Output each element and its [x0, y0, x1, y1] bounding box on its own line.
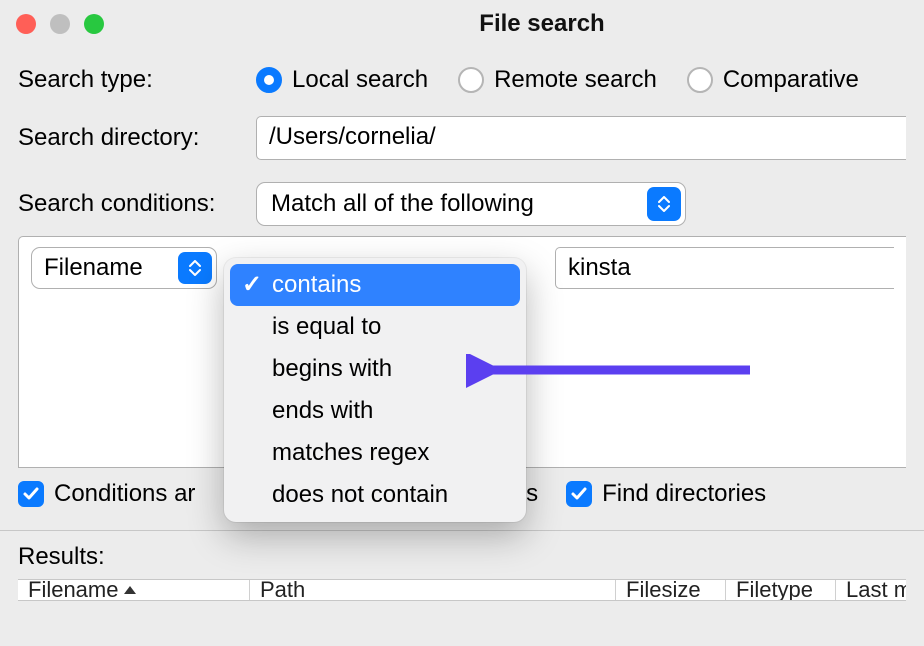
column-label: Filesize	[626, 579, 701, 601]
results-label: Results:	[18, 543, 906, 571]
dropdown-item-label: contains	[272, 271, 361, 298]
dropdown-item-label: does not contain	[272, 481, 448, 508]
dropdown-item-label: matches regex	[272, 439, 429, 466]
column-header-filetype[interactable]: Filetype	[726, 579, 836, 601]
radio-comparative-search[interactable]: Comparative	[687, 66, 859, 94]
column-label: Filename	[28, 579, 118, 601]
search-directory-row: Search directory: /Users/cornelia/	[18, 116, 906, 160]
search-type-row: Search type: Local search Remote search …	[18, 66, 906, 94]
conditions-sensitivity-checkbox[interactable]: Conditions ar	[18, 480, 195, 508]
search-directory-label: Search directory:	[18, 124, 256, 152]
condition-value-input[interactable]: kinsta	[555, 247, 894, 289]
radio-label: Comparative	[723, 66, 859, 94]
radio-icon	[687, 67, 713, 93]
dropdown-item-label: begins with	[272, 355, 392, 382]
annotation-arrow-icon	[466, 354, 756, 394]
column-label: Filetype	[736, 579, 813, 601]
find-directories-checkbox[interactable]: Find directories	[566, 480, 766, 508]
dropdown-item-label: is equal to	[272, 313, 381, 340]
results-table-header: Filename Path Filesize Filetype Last m	[18, 579, 906, 601]
dropdown-item-label: ends with	[272, 397, 373, 424]
checkbox-label: Conditions ar	[54, 480, 195, 508]
dropdown-item-matches-regex[interactable]: matches regex	[230, 432, 520, 474]
close-window-button[interactable]	[16, 14, 36, 34]
sort-ascending-icon	[124, 586, 136, 594]
conditions-match-value: Match all of the following	[271, 190, 534, 218]
results-section: Results: Filename Path Filesize Filetype…	[0, 531, 924, 601]
condition-field-select[interactable]: Filename	[31, 247, 217, 289]
checkbox-icon	[18, 481, 44, 507]
radio-label: Remote search	[494, 66, 657, 94]
search-type-label: Search type:	[18, 66, 256, 94]
window-title: File search	[479, 10, 604, 38]
column-header-last[interactable]: Last m	[836, 579, 906, 601]
search-conditions-label: Search conditions:	[18, 190, 256, 218]
radio-remote-search[interactable]: Remote search	[458, 66, 657, 94]
minimize-window-button[interactable]	[50, 14, 70, 34]
dropdown-item-is-equal-to[interactable]: is equal to	[230, 306, 520, 348]
column-header-filesize[interactable]: Filesize	[616, 579, 726, 601]
search-conditions-row: Search conditions: Match all of the foll…	[18, 182, 906, 226]
dropdown-item-does-not-contain[interactable]: does not contain	[230, 474, 520, 516]
conditions-match-select[interactable]: Match all of the following	[256, 182, 686, 226]
chevron-updown-icon	[178, 252, 212, 284]
search-directory-input[interactable]: /Users/cornelia/	[256, 116, 906, 160]
chevron-updown-icon	[647, 187, 681, 221]
column-header-path[interactable]: Path	[250, 579, 616, 601]
window-controls	[16, 14, 104, 34]
dropdown-item-contains[interactable]: ✓ contains	[230, 264, 520, 306]
radio-icon	[256, 67, 282, 93]
radio-icon	[458, 67, 484, 93]
condition-field-value: Filename	[44, 254, 143, 282]
check-icon: ✓	[242, 270, 262, 299]
search-type-radio-group: Local search Remote search Comparative	[256, 66, 859, 94]
column-label: Last m	[846, 579, 906, 601]
form-area: Search type: Local search Remote search …	[0, 48, 924, 226]
checkbox-icon	[566, 481, 592, 507]
radio-label: Local search	[292, 66, 428, 94]
zoom-window-button[interactable]	[84, 14, 104, 34]
column-label: Path	[260, 579, 305, 601]
checkbox-label: Find directories	[602, 480, 766, 508]
dropdown-item-ends-with[interactable]: ends with	[230, 390, 520, 432]
titlebar: File search	[0, 0, 924, 48]
column-header-filename[interactable]: Filename	[18, 579, 250, 601]
radio-local-search[interactable]: Local search	[256, 66, 428, 94]
